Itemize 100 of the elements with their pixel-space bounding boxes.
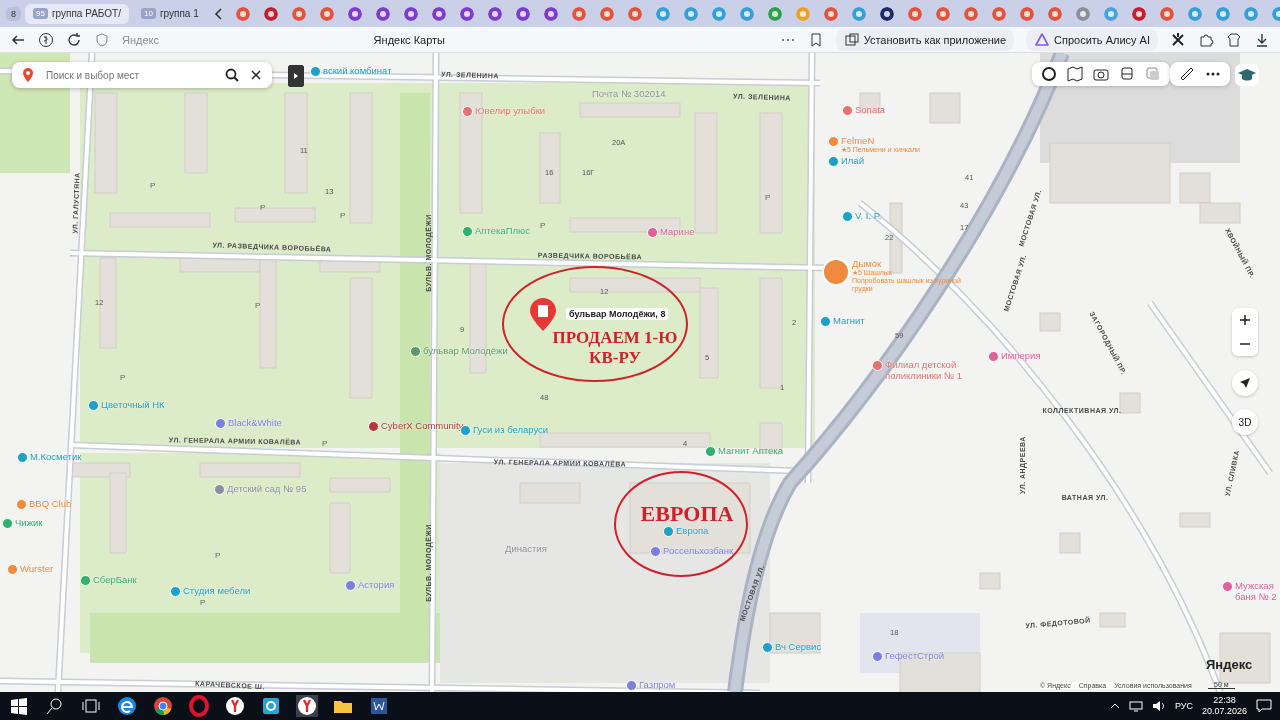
place-label[interactable]: CyberX Community [381, 420, 464, 431]
place-marker-icon[interactable] [88, 400, 99, 411]
search-field[interactable]: Поиск и выбор мест [12, 62, 272, 88]
place-label[interactable]: Филиал детской поликлиники № 1 [885, 359, 1003, 381]
place-marker-icon[interactable] [16, 499, 27, 510]
place-marker-icon[interactable] [410, 346, 421, 357]
address-field[interactable]: Яндекс [122, 33, 159, 46]
layers-icon[interactable] [1145, 66, 1161, 82]
place-label[interactable]: Sonata [855, 104, 886, 115]
place-marker-icon[interactable] [462, 226, 473, 237]
place-label[interactable]: вский комбинат [323, 65, 392, 76]
locate-button[interactable] [1232, 370, 1258, 396]
ruler-icon[interactable] [1179, 66, 1195, 82]
collapse-panel-icon[interactable] [288, 65, 304, 87]
opera-icon[interactable] [188, 695, 210, 717]
place-label[interactable]: Wurster [20, 563, 54, 574]
caret-up-icon[interactable] [1109, 701, 1120, 711]
place-label[interactable]: Вч Сервис [775, 641, 822, 652]
place-label[interactable]: Детский сад № 95 [227, 483, 307, 494]
place-marker-icon[interactable] [828, 136, 839, 147]
tab-favicon-icon[interactable] [403, 6, 418, 21]
place-label[interactable]: FelmeN [841, 135, 920, 146]
place-label[interactable]: Россельхозбанк [663, 545, 734, 556]
place-label[interactable]: Мужская баня № 2 [1235, 580, 1280, 602]
place-label[interactable]: Почта № 302014 [592, 88, 666, 99]
sparkle-icon[interactable] [1170, 31, 1186, 48]
place-marker-icon[interactable] [650, 546, 661, 557]
place-label[interactable]: Гуси из беларуси [473, 424, 549, 435]
language-indicator[interactable]: РУС [1174, 701, 1193, 711]
yandex-circle-icon[interactable] [38, 31, 54, 48]
place-marker-icon[interactable] [872, 651, 883, 662]
place-label[interactable]: Магнит Аптека [718, 445, 783, 456]
place-label[interactable]: АптекаПлюс [475, 225, 530, 236]
place-marker-icon[interactable] [214, 484, 225, 495]
place-marker-icon[interactable] [872, 360, 883, 371]
windows-start-icon[interactable] [8, 695, 30, 717]
tab-favicon-icon[interactable] [459, 6, 474, 21]
shirt-icon[interactable] [1226, 31, 1242, 48]
place-marker-icon[interactable] [705, 446, 716, 457]
extensions-icon[interactable] [1198, 31, 1214, 48]
tab-favicon-icon[interactable] [431, 6, 446, 21]
chrome-icon[interactable] [152, 695, 174, 717]
install-app-button[interactable]: Установить как приложение [835, 28, 1015, 51]
place-marker-icon[interactable] [80, 575, 91, 586]
place-label[interactable]: Илай [841, 155, 864, 166]
place-label[interactable]: Газпром [639, 679, 676, 690]
place-label[interactable]: Марине [660, 226, 695, 237]
tab-favicon-icon[interactable] [347, 6, 362, 21]
place-label[interactable]: ГефестСтрой [885, 650, 945, 661]
place-marker-icon[interactable] [828, 156, 839, 167]
place-label[interactable]: Магнит [833, 315, 865, 326]
place-label[interactable]: Студия мебели [183, 585, 251, 596]
tab-favicon-icon[interactable] [1131, 6, 1146, 21]
place-label[interactable]: BBQ Club [29, 498, 72, 509]
place-marker-icon[interactable] [988, 351, 999, 362]
place-marker-icon[interactable] [462, 106, 473, 117]
place-marker-icon[interactable] [762, 642, 773, 653]
yandex-browser-icon[interactable] [296, 695, 318, 717]
tab-group-badge[interactable]: 8 [6, 6, 21, 21]
tab-favicon-icon[interactable] [487, 6, 502, 21]
view-3d-button[interactable]: 3D [1232, 409, 1258, 435]
network-icon[interactable] [1128, 700, 1143, 712]
place-marker-icon[interactable] [647, 227, 658, 238]
tab-favicon-icon[interactable] [515, 6, 530, 21]
browser-tab[interactable]: 95 группа РАБОТ/ [25, 3, 129, 24]
place-label[interactable]: Европа [676, 525, 709, 536]
place-label[interactable]: СберБанк [93, 574, 137, 585]
bus-icon[interactable] [1119, 66, 1135, 82]
place-label[interactable]: Цветочный НК [101, 399, 165, 410]
place-photo-marker[interactable] [822, 258, 850, 286]
place-marker-icon[interactable] [2, 518, 13, 529]
reload-icon[interactable] [66, 31, 82, 48]
place-marker-icon[interactable] [842, 211, 853, 222]
place-marker-icon[interactable] [7, 564, 18, 575]
circle-icon[interactable] [1041, 66, 1057, 82]
place-label[interactable]: Чижик [15, 517, 43, 528]
place-marker-icon[interactable] [842, 105, 853, 116]
place-marker-icon[interactable] [215, 418, 226, 429]
place-marker-icon[interactable] [345, 580, 356, 591]
download-icon[interactable] [1254, 31, 1270, 48]
place-label[interactable]: Ювелир улыбки [475, 105, 546, 116]
ask-alice-button[interactable]: Спросить Алису AI [1026, 28, 1158, 51]
tab-favicon-icon[interactable] [263, 6, 278, 21]
map-icon[interactable] [1067, 66, 1083, 82]
place-marker-icon[interactable] [17, 452, 28, 463]
tab-favicon-icon[interactable] [879, 6, 894, 21]
place-label[interactable]: Black&White [228, 417, 282, 428]
word-icon[interactable] [368, 695, 390, 717]
place-label[interactable]: Астория [358, 579, 395, 590]
browser-tab[interactable]: 10 группа 1 [133, 3, 207, 24]
place-label[interactable]: М.Косметик [30, 451, 82, 462]
notification-icon[interactable] [1256, 699, 1272, 713]
clock-time[interactable]: 22:38 [1213, 695, 1236, 706]
place-marker-icon[interactable] [1222, 581, 1233, 592]
camera-icon[interactable] [260, 695, 282, 717]
place-marker-icon[interactable] [368, 421, 379, 432]
place-label[interactable]: Династия [505, 543, 547, 554]
camera-icon[interactable] [1093, 66, 1109, 82]
tab-favicon-icon[interactable] [375, 6, 390, 21]
map-pin-icon[interactable] [528, 298, 558, 332]
